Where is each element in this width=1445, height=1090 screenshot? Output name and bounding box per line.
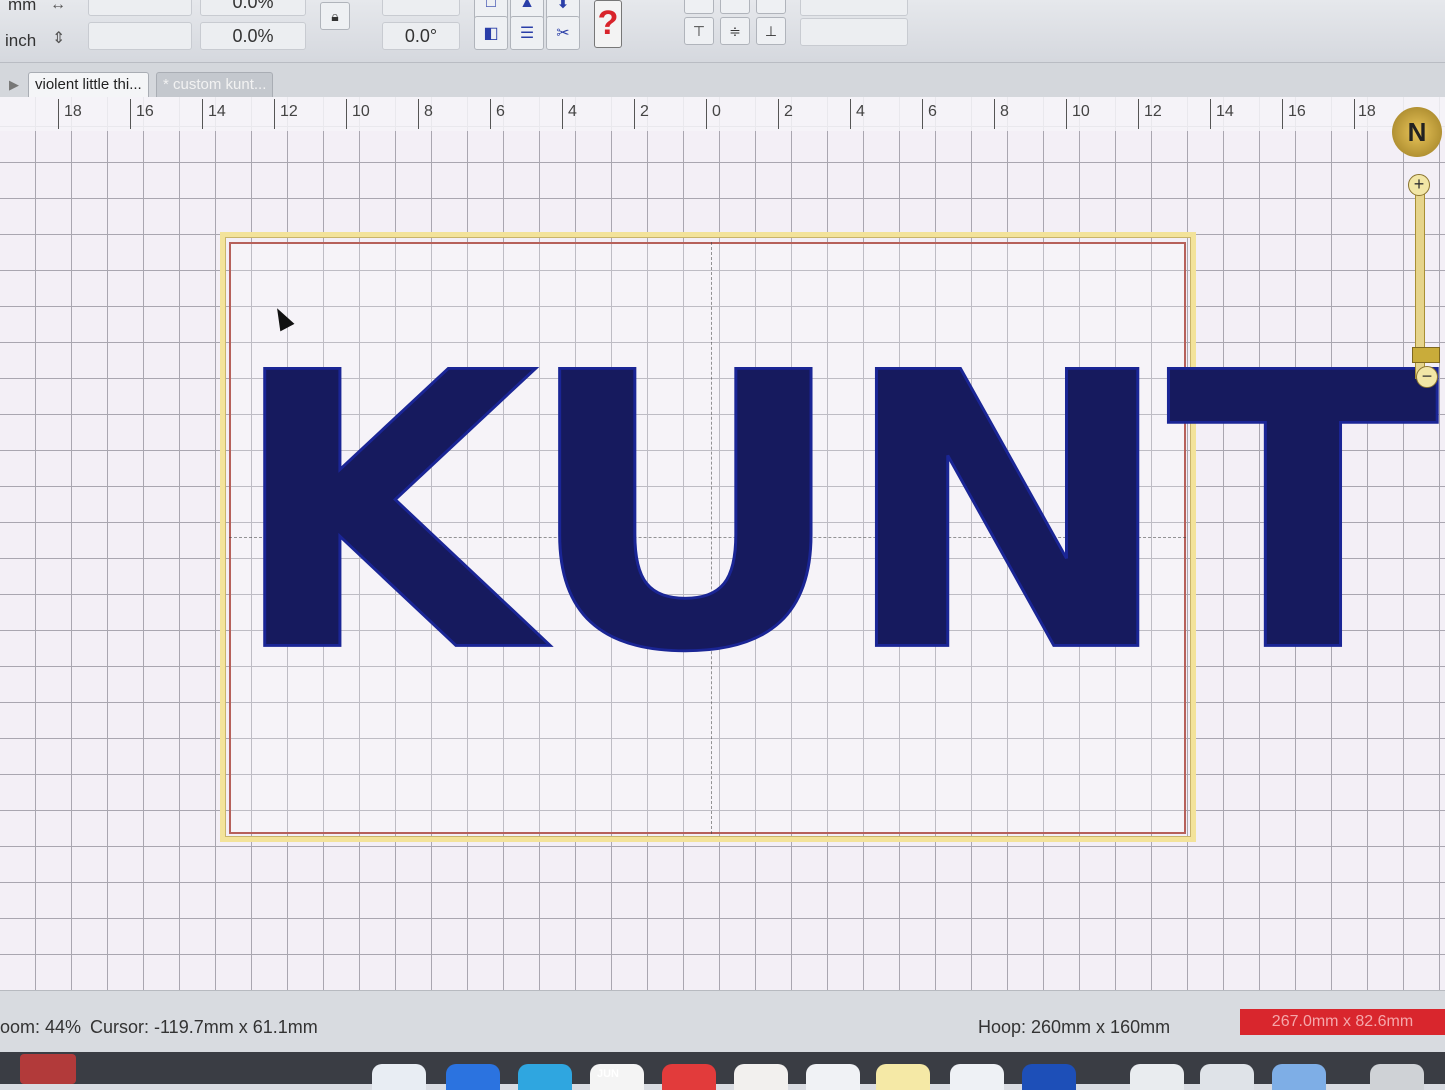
align-top-button[interactable]: ⊤ bbox=[684, 17, 714, 45]
calendar-month-label: JUN bbox=[597, 1068, 620, 1080]
square-icon: □ bbox=[486, 0, 496, 11]
align-middle-button[interactable]: ≑ bbox=[720, 17, 750, 45]
ruler-label: 0 bbox=[712, 103, 721, 120]
ruler-label: 2 bbox=[640, 103, 649, 120]
horizontal-ruler: 18 16 14 12 10 8 6 4 2 0 2 4 6 8 10 12 1… bbox=[0, 97, 1445, 131]
dock-app-icon-red[interactable] bbox=[662, 1064, 716, 1090]
rotation-field[interactable]: 0.0° bbox=[382, 22, 460, 50]
toolbar: mm ↔ inch ⇕ 0.0% 0.0% 🔒︎ 0.0° □ ▲ ⬇ ◧ ☰ … bbox=[0, 0, 1445, 63]
extra-field-top[interactable] bbox=[800, 0, 908, 16]
ruler-label: 14 bbox=[208, 103, 226, 120]
ruler-label: 16 bbox=[136, 103, 154, 120]
zoom-out-icon[interactable]: − bbox=[1416, 366, 1438, 388]
ruler-label: 16 bbox=[1288, 103, 1306, 120]
import-icon: ⬇ bbox=[556, 0, 570, 12]
lock-aspect-button[interactable]: 🔒︎ bbox=[320, 2, 350, 30]
ruler-label: 10 bbox=[1072, 103, 1090, 120]
dock-app-icon[interactable] bbox=[20, 1054, 76, 1084]
dock-folder-icon[interactable] bbox=[1272, 1064, 1326, 1090]
ruler-label: 12 bbox=[1144, 103, 1162, 120]
play-icon[interactable]: ▶ bbox=[4, 75, 24, 95]
cut-button[interactable]: ✂ bbox=[546, 16, 580, 50]
align-bottom-button[interactable]: ⊥ bbox=[756, 17, 786, 45]
ruler-label: 8 bbox=[424, 103, 433, 120]
dock-trash-icon[interactable] bbox=[1370, 1064, 1424, 1090]
mirror-icon: ▲ bbox=[519, 0, 535, 11]
help-button[interactable]: ? bbox=[594, 0, 622, 48]
design-canvas[interactable]: 18 16 14 12 10 8 6 4 2 0 2 4 6 8 10 12 1… bbox=[0, 97, 1445, 990]
embroidery-text-design[interactable]: KUNT bbox=[227, 323, 1441, 706]
ruler-label: 14 bbox=[1216, 103, 1234, 120]
design-size-badge: 267.0mm x 82.6mm bbox=[1240, 1009, 1445, 1035]
align-bottom-icon: ⊥ bbox=[764, 22, 778, 39]
rotate-buttons-row[interactable] bbox=[382, 0, 460, 16]
unit-mm-label: mm bbox=[8, 0, 37, 14]
status-bar: oom: 44% Cursor: -119.7mm x 61.1mm Hoop:… bbox=[0, 990, 1445, 1053]
dock-app-icon-light[interactable] bbox=[950, 1064, 1004, 1090]
align-top-icon: ⊤ bbox=[692, 22, 706, 39]
macos-dock bbox=[0, 1052, 1445, 1090]
tab-custom-kunt[interactable]: * custom kunt... bbox=[156, 72, 274, 97]
ruler-label: 12 bbox=[280, 103, 298, 120]
unit-inch-label: inch bbox=[5, 31, 37, 50]
document-tab-bar: ▶ violent little thi... * custom kunt... bbox=[0, 63, 1445, 97]
scissors-icon: ✂ bbox=[556, 25, 570, 42]
ruler-label: 8 bbox=[1000, 103, 1009, 120]
width-field[interactable] bbox=[88, 0, 192, 16]
dock-word-icon[interactable] bbox=[1022, 1064, 1076, 1090]
dock-textedit-icon[interactable] bbox=[1130, 1064, 1184, 1090]
ruler-label: 4 bbox=[856, 103, 865, 120]
ruler-label: 6 bbox=[928, 103, 937, 120]
ruler-label: 18 bbox=[64, 103, 82, 120]
hoop-status: Hoop: 260mm x 160mm bbox=[978, 1017, 1171, 1037]
compass-label: N bbox=[1407, 116, 1427, 147]
cursor-status: Cursor: -119.7mm x 61.1mm bbox=[90, 1017, 318, 1037]
ruler-label: 6 bbox=[496, 103, 505, 120]
ruler-label: 10 bbox=[352, 103, 370, 120]
width-arrows-icon: ↔ bbox=[50, 0, 66, 13]
dock-app-store-icon[interactable] bbox=[446, 1064, 500, 1090]
ruler-label: 4 bbox=[568, 103, 577, 120]
align-top-row-button-1[interactable] bbox=[684, 0, 714, 14]
compass-icon[interactable]: N bbox=[1392, 107, 1442, 157]
dock-reminders-icon[interactable] bbox=[806, 1064, 860, 1090]
ruler-label: 18 bbox=[1358, 103, 1376, 120]
align-top-row-button-3[interactable] bbox=[756, 0, 786, 14]
zoom-in-icon[interactable]: + bbox=[1408, 174, 1430, 196]
extra-field-bottom[interactable] bbox=[800, 18, 908, 46]
height-field[interactable] bbox=[88, 22, 192, 50]
align-top-row-button-2[interactable] bbox=[720, 0, 750, 14]
align-middle-icon: ≑ bbox=[729, 22, 741, 39]
dock-photos-icon[interactable] bbox=[734, 1064, 788, 1090]
dock-notes-icon[interactable] bbox=[876, 1064, 930, 1090]
half-square-icon: ◧ bbox=[483, 25, 499, 42]
ruler-label: 2 bbox=[784, 103, 793, 120]
zoom-slider-thumb[interactable] bbox=[1412, 347, 1440, 363]
scale-width-field[interactable]: 0.0% bbox=[200, 0, 306, 16]
dock-font-book-icon[interactable] bbox=[1200, 1064, 1254, 1090]
height-arrows-icon: ⇕ bbox=[52, 30, 66, 47]
tab-violent-little-thi[interactable]: violent little thi... bbox=[28, 72, 149, 97]
lines-icon: ☰ bbox=[519, 25, 535, 42]
dock-finder-icon[interactable] bbox=[372, 1064, 426, 1090]
lock-icon: 🔒︎ bbox=[331, 7, 339, 24]
zoom-status: oom: 44% bbox=[0, 1017, 82, 1037]
dock-safari-icon[interactable] bbox=[518, 1064, 572, 1090]
fill-toggle-button[interactable]: ◧ bbox=[474, 16, 508, 50]
align-lines-button[interactable]: ☰ bbox=[510, 16, 544, 50]
scale-height-field[interactable]: 0.0% bbox=[200, 22, 306, 50]
